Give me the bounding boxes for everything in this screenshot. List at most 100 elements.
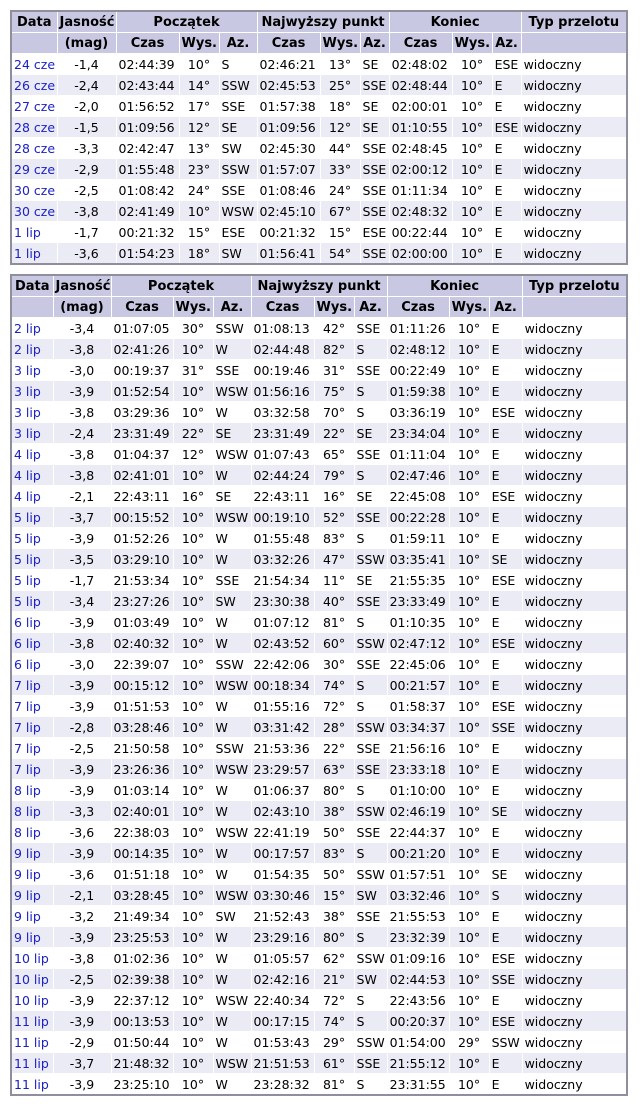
date-link[interactable]: 3 lip — [14, 363, 41, 378]
date-link[interactable]: 7 lip — [14, 678, 41, 693]
date-link[interactable]: 2 lip — [14, 321, 41, 336]
date-link[interactable]: 11 lip — [14, 1014, 49, 1029]
table-row: 2 lip -3,4 01:07:05 30° SSW 01:08:13 42° SSE 01:… — [10, 317, 628, 339]
start-az-cell: W — [212, 632, 252, 654]
end-az-cell: ESE — [488, 401, 523, 423]
date-link[interactable]: 10 lip — [14, 993, 49, 1008]
date-cell: 5 lip — [10, 506, 54, 528]
start-az-cell: W — [212, 401, 252, 423]
highest-az-cell: SSW — [353, 863, 388, 885]
table-row: 7 lip -3,9 23:26:36 10° WSW 23:29:57 63° SSE 23:… — [10, 758, 628, 780]
end-az-cell: ESE — [488, 947, 523, 969]
start-time-cell: 00:15:12 — [110, 674, 174, 696]
date-link[interactable]: 3 lip — [14, 426, 41, 441]
highest-alt-cell: 25° — [319, 74, 361, 96]
date-link[interactable]: 30 cze — [14, 183, 55, 198]
date-link[interactable]: 10 lip — [14, 972, 49, 987]
date-cell: 29 cze — [10, 158, 58, 180]
end-time-cell: 02:47:46 — [386, 464, 450, 486]
table-row: 11 lip -3,9 00:13:53 10° W 00:17:15 74° S 00:20:… — [10, 1010, 628, 1032]
date-link[interactable]: 9 lip — [14, 867, 41, 882]
date-link[interactable]: 4 lip — [14, 447, 41, 462]
start-time-cell: 01:03:49 — [110, 611, 174, 633]
date-link[interactable]: 11 lip — [14, 1035, 49, 1050]
date-link[interactable]: 7 lip — [14, 699, 41, 714]
end-alt-cell: 10° — [448, 359, 490, 381]
highest-az-cell: SSE — [353, 737, 388, 759]
highest-alt-cell: 72° — [313, 989, 355, 1011]
end-time-cell: 23:32:39 — [386, 926, 450, 948]
date-link[interactable]: 1 lip — [14, 246, 41, 261]
start-az-cell: WSW — [212, 506, 252, 528]
highest-time-cell: 23:29:16 — [250, 926, 315, 948]
date-cell: 4 lip — [10, 485, 54, 507]
date-link[interactable]: 5 lip — [14, 594, 41, 609]
highest-alt-cell: 24° — [319, 179, 361, 201]
date-link[interactable]: 4 lip — [14, 468, 41, 483]
pass-type-cell: widoczny — [521, 800, 628, 822]
date-link[interactable]: 9 lip — [14, 846, 41, 861]
highest-az-cell: S — [353, 338, 388, 360]
date-link[interactable]: 2 lip — [14, 342, 41, 357]
end-az-cell: E — [491, 137, 522, 159]
date-link[interactable]: 6 lip — [14, 636, 41, 651]
pass-type-cell: widoczny — [521, 989, 628, 1011]
end-alt-cell: 10° — [448, 1073, 490, 1096]
date-link[interactable]: 5 lip — [14, 552, 41, 567]
table-row: 5 lip -3,7 00:15:52 10° WSW 00:19:10 52° SSE 00:… — [10, 506, 628, 528]
end-time-cell: 23:33:18 — [386, 758, 450, 780]
date-link[interactable]: 26 cze — [14, 78, 55, 93]
brightness-cell: -2,9 — [56, 158, 117, 180]
highest-alt-cell: 28° — [313, 716, 355, 738]
date-link[interactable]: 4 lip — [14, 489, 41, 504]
highest-az-cell: S — [353, 695, 388, 717]
date-link[interactable]: 5 lip — [14, 531, 41, 546]
date-link[interactable]: 28 cze — [14, 141, 55, 156]
date-link[interactable]: 7 lip — [14, 741, 41, 756]
date-link[interactable]: 10 lip — [14, 951, 49, 966]
highest-alt-cell: 42° — [313, 317, 355, 339]
date-link[interactable]: 5 lip — [14, 510, 41, 525]
date-link[interactable]: 6 lip — [14, 615, 41, 630]
date-link[interactable]: 7 lip — [14, 762, 41, 777]
date-link[interactable]: 11 lip — [14, 1056, 49, 1071]
date-cell: 9 lip — [10, 842, 54, 864]
date-link[interactable]: 5 lip — [14, 573, 41, 588]
start-az-cell: W — [212, 863, 252, 885]
end-alt-cell: 10° — [451, 221, 493, 243]
start-az-cell: WSW — [212, 821, 252, 843]
highest-alt-cell: 65° — [313, 443, 355, 465]
date-link[interactable]: 29 cze — [14, 162, 55, 177]
highest-alt-cell: 47° — [313, 548, 355, 570]
start-alt-cell: 10° — [172, 569, 214, 591]
start-time-cell: 02:43:44 — [115, 74, 180, 96]
date-link[interactable]: 9 lip — [14, 909, 41, 924]
brightness-cell: -3,8 — [56, 200, 117, 222]
start-alt-cell: 10° — [172, 800, 214, 822]
date-link[interactable]: 3 lip — [14, 384, 41, 399]
date-link[interactable]: 6 lip — [14, 657, 41, 672]
date-link[interactable]: 8 lip — [14, 825, 41, 840]
date-link[interactable]: 8 lip — [14, 804, 41, 819]
start-time-cell: 00:21:32 — [115, 221, 180, 243]
highest-az-cell: SSE — [359, 242, 390, 265]
end-time-cell: 21:55:53 — [386, 905, 450, 927]
date-link[interactable]: 1 lip — [14, 225, 41, 240]
date-link[interactable]: 9 lip — [14, 888, 41, 903]
start-time-cell: 02:40:32 — [110, 632, 174, 654]
date-link[interactable]: 8 lip — [14, 783, 41, 798]
end-time-cell: 01:10:00 — [386, 779, 450, 801]
start-time-cell: 22:38:03 — [110, 821, 174, 843]
date-link[interactable]: 30 cze — [14, 204, 55, 219]
date-link[interactable]: 7 lip — [14, 720, 41, 735]
date-link[interactable]: 11 lip — [14, 1077, 49, 1092]
end-az-cell: E — [491, 200, 522, 222]
date-link[interactable]: 9 lip — [14, 930, 41, 945]
end-alt-cell: 10° — [448, 800, 490, 822]
date-link[interactable]: 3 lip — [14, 405, 41, 420]
date-link[interactable]: 24 cze — [14, 57, 55, 72]
date-link[interactable]: 28 cze — [14, 120, 55, 135]
start-alt-cell: 13° — [178, 137, 220, 159]
date-link[interactable]: 27 cze — [14, 99, 55, 114]
table-row: 30 cze -2,5 01:08:42 24° SSE 01:08:46 24° SSE 01… — [10, 179, 628, 201]
